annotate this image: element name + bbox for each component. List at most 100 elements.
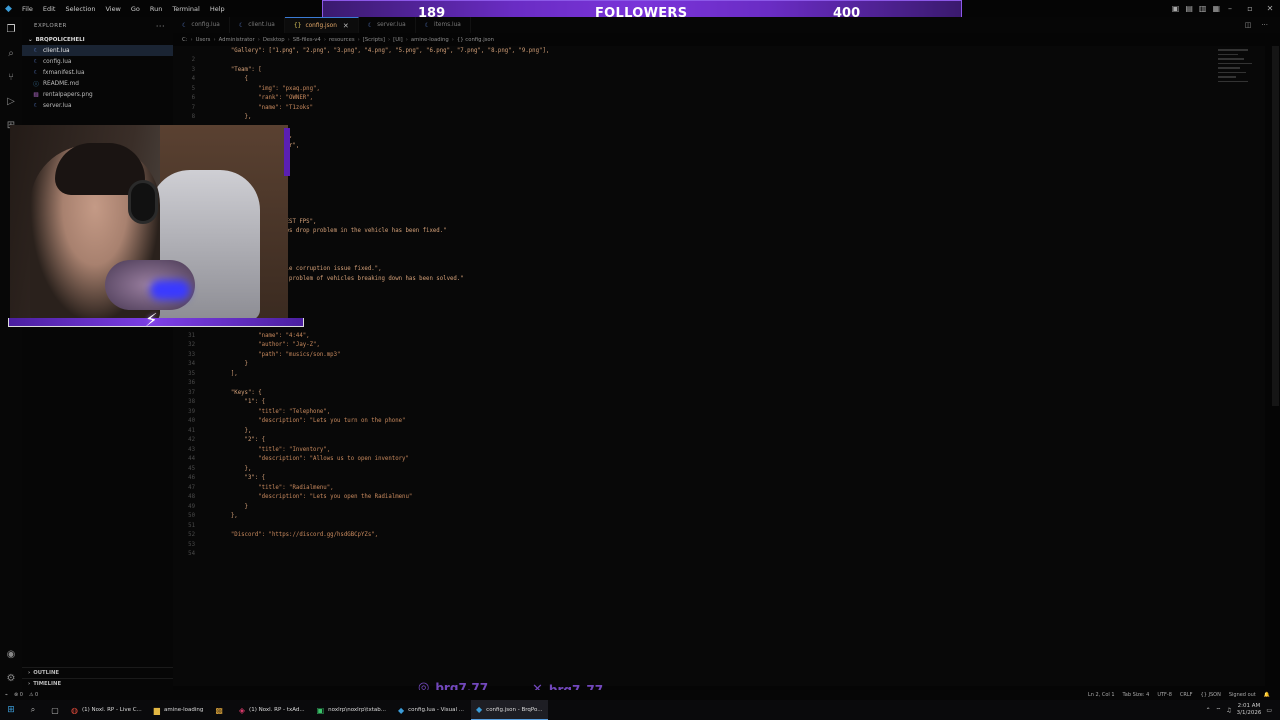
taskbar-app[interactable]: ▣ noxlrp\noxlrp\txtab... — [312, 700, 391, 720]
breadcrumb-item[interactable]: SB-files-v4 — [293, 37, 321, 43]
encoding[interactable]: UTF-8 — [1157, 692, 1172, 698]
language-mode[interactable]: {} JSON — [1201, 692, 1221, 698]
notifications-icon[interactable]: ▭ — [1266, 707, 1272, 714]
line-number: 3 — [191, 66, 195, 73]
close-icon[interactable]: ✕ — [1260, 4, 1280, 13]
vscode-icon: ◆ — [398, 705, 405, 715]
code-line: 43 "title": "Inventory", — [173, 445, 1173, 455]
more-actions-icon[interactable]: ··· — [1261, 21, 1268, 29]
code-editor[interactable]: "Gallery": ["1.png", "2.png", "3.png", "… — [173, 46, 1265, 686]
menu-terminal[interactable]: Terminal — [167, 5, 204, 13]
browser-icon: ◈ — [238, 705, 246, 715]
split-editor-icon[interactable]: ◫ — [1245, 21, 1252, 29]
menu-help[interactable]: Help — [205, 5, 230, 13]
minimap[interactable] — [1218, 46, 1264, 106]
customize-layout-icon[interactable]: ▦ — [1212, 4, 1220, 13]
taskbar-app[interactable]: ◆ config.json - BrqPo... — [471, 700, 548, 720]
bell-icon[interactable]: 🔔 — [1264, 692, 1270, 698]
volume-icon[interactable]: ♫ — [1226, 707, 1231, 714]
minimize-icon[interactable]: – — [1220, 4, 1240, 13]
network-icon[interactable]: ⌔ — [1216, 706, 1222, 714]
line-number: 38 — [188, 399, 195, 406]
breadcrumb-item[interactable]: Administrator — [219, 37, 255, 43]
explorer-icon[interactable]: ❐ — [0, 17, 22, 41]
tab-server-lua[interactable]: ☾ server.lua — [359, 17, 416, 33]
file-name: client.lua — [43, 47, 70, 54]
more-actions-icon[interactable]: ··· — [156, 22, 165, 31]
breadcrumb-item[interactable]: [Scripts] — [363, 37, 385, 43]
breadcrumb-item[interactable]: Users — [196, 37, 211, 43]
toggle-panel-icon[interactable]: ▤ — [1185, 4, 1193, 13]
menu-go[interactable]: Go — [126, 5, 145, 13]
line-number: 37 — [188, 389, 195, 396]
line-number: 32 — [188, 342, 195, 349]
chevron-up-icon[interactable]: ⌃ — [1206, 707, 1211, 714]
breadcrumb-item[interactable]: {} config.json — [457, 37, 494, 43]
cursor-position[interactable]: Ln 2, Col 1 — [1088, 692, 1115, 698]
task-view-icon[interactable]: ▢ — [44, 706, 66, 715]
close-tab-icon[interactable]: ✕ — [343, 22, 349, 30]
taskbar-app[interactable]: ◆ config.lua - Visual ... — [393, 700, 469, 720]
code-line: 40 "description": "Lets you turn on the … — [173, 417, 1173, 427]
warnings-count[interactable]: ⚠ 0 — [29, 692, 38, 698]
file-item[interactable]: ☾ config.lua — [22, 56, 173, 67]
code-line: 35 ], — [173, 369, 1173, 379]
editor-scrollbar[interactable] — [1272, 46, 1279, 406]
menu-selection[interactable]: Selection — [60, 5, 100, 13]
tab-size[interactable]: Tab Size: 4 — [1123, 692, 1150, 698]
run-debug-icon[interactable]: ▷ — [0, 89, 22, 113]
lua-file-icon: ☾ — [33, 47, 39, 54]
code-line: 37 "Keys": { — [173, 388, 1173, 398]
toggle-secondary-sidebar-icon[interactable]: ▥ — [1199, 4, 1207, 13]
line-number: 33 — [188, 351, 195, 358]
code-line: 7 "name": "T1zoks" — [173, 103, 1173, 113]
taskbar-app[interactable]: ◍ (1) Noxl. RP - Live C... — [66, 700, 147, 720]
toggle-sidebar-icon[interactable]: ▣ — [1172, 4, 1180, 13]
taskbar-app[interactable]: ▩ — [210, 700, 232, 720]
search-icon[interactable]: ⌕ — [0, 41, 22, 65]
gear-icon[interactable]: ⚙ — [0, 666, 22, 690]
tab-config-lua[interactable]: ☾ config.lua — [173, 17, 230, 33]
code-text: { — [224, 76, 248, 83]
breadcrumb-item[interactable]: [UI] — [393, 37, 403, 43]
source-control-icon[interactable]: ⑂ — [0, 65, 22, 89]
breadcrumb-item[interactable]: C: — [182, 37, 187, 43]
taskbar-app[interactable]: ◈ (1) Noxl. RP - txAd... — [234, 700, 310, 720]
file-item[interactable]: ⓘ README.md — [22, 78, 173, 89]
remote-icon[interactable]: ⌁ — [5, 692, 8, 698]
file-item[interactable]: ☾ client.lua — [22, 45, 173, 56]
tab-client-lua[interactable]: ☾ client.lua — [230, 17, 285, 33]
lua-file-icon: ☾ — [33, 102, 39, 109]
menu-file[interactable]: File — [17, 5, 38, 13]
outline-section[interactable]: › OUTLINE — [22, 667, 173, 678]
workspace-folder[interactable]: ⌄ BRQPOLICEHELI — [22, 35, 173, 45]
lua-file-icon: ☾ — [182, 21, 188, 29]
eol[interactable]: CRLF — [1180, 692, 1193, 698]
breadcrumb-item[interactable]: Desktop — [263, 37, 285, 43]
maximize-icon[interactable]: ▫ — [1240, 4, 1260, 13]
account-status[interactable]: Signed out — [1229, 692, 1256, 698]
tab-items-lua[interactable]: ☾ items.lua — [416, 17, 471, 33]
account-icon[interactable]: ◉ — [0, 642, 22, 666]
tab-label: client.lua — [248, 22, 275, 28]
file-item[interactable]: ▨ rentalpapers.png — [22, 89, 173, 100]
menu-edit[interactable]: Edit — [38, 5, 61, 13]
lua-file-icon: ☾ — [33, 69, 39, 76]
tab-config-json[interactable]: {} config.json ✕ — [284, 17, 359, 33]
taskbar-app[interactable]: ▆ amine-loading — [149, 700, 209, 720]
file-item[interactable]: ☾ fxmanifest.lua — [22, 67, 173, 78]
breadcrumb-item[interactable]: amine-loading — [411, 37, 449, 43]
errors-count[interactable]: ⊗ 0 — [14, 692, 23, 698]
clock[interactable]: 2:01 AM 3/1/2026 — [1237, 703, 1262, 717]
menu-view[interactable]: View — [100, 5, 125, 13]
breadcrumb-item[interactable]: resources — [329, 37, 355, 43]
windows-start-icon[interactable]: ⊞ — [0, 705, 22, 715]
time: 2:01 AM — [1237, 703, 1261, 709]
folder-name: BRQPOLICEHELI — [35, 37, 85, 43]
tab-label: items.lua — [434, 22, 461, 28]
code-line: 38 "1": { — [173, 398, 1173, 408]
menu-run[interactable]: Run — [145, 5, 167, 13]
file-item[interactable]: ☾ server.lua — [22, 100, 173, 111]
timeline-section[interactable]: › TIMELINE — [22, 678, 173, 689]
search-icon[interactable]: ⌕ — [22, 705, 44, 715]
